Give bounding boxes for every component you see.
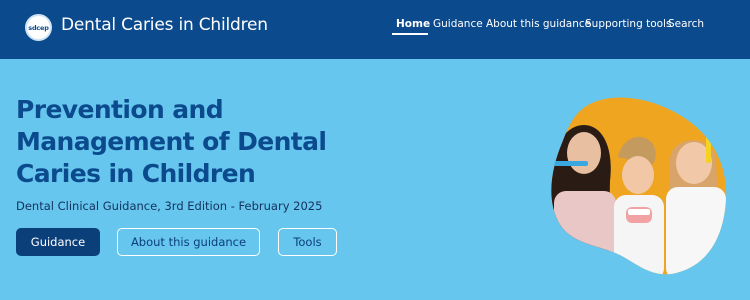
active-nav-indicator bbox=[392, 33, 428, 35]
page-title: Prevention and Management of Dental Cari… bbox=[16, 95, 327, 188]
nav-guidance[interactable]: Guidance bbox=[433, 18, 483, 30]
tools-button[interactable]: Tools bbox=[278, 228, 337, 256]
nav-about-this-guidance[interactable]: About this guidance bbox=[486, 18, 591, 30]
children-brushing-teeth-photo bbox=[551, 97, 727, 275]
guidance-button[interactable]: Guidance bbox=[16, 228, 100, 256]
nav-supporting-tools[interactable]: Supporting tools bbox=[585, 18, 671, 30]
top-navigation-bar: sdcep Dental Caries in Children Home Gui… bbox=[0, 0, 750, 59]
nav-search[interactable]: Search bbox=[668, 18, 704, 30]
main-nav: Home Guidance About this guidance Suppor… bbox=[0, 18, 750, 38]
nav-home[interactable]: Home bbox=[396, 18, 430, 30]
about-this-guidance-button[interactable]: About this guidance bbox=[117, 228, 260, 256]
page-subtitle: Dental Clinical Guidance, 3rd Edition - … bbox=[16, 199, 323, 213]
